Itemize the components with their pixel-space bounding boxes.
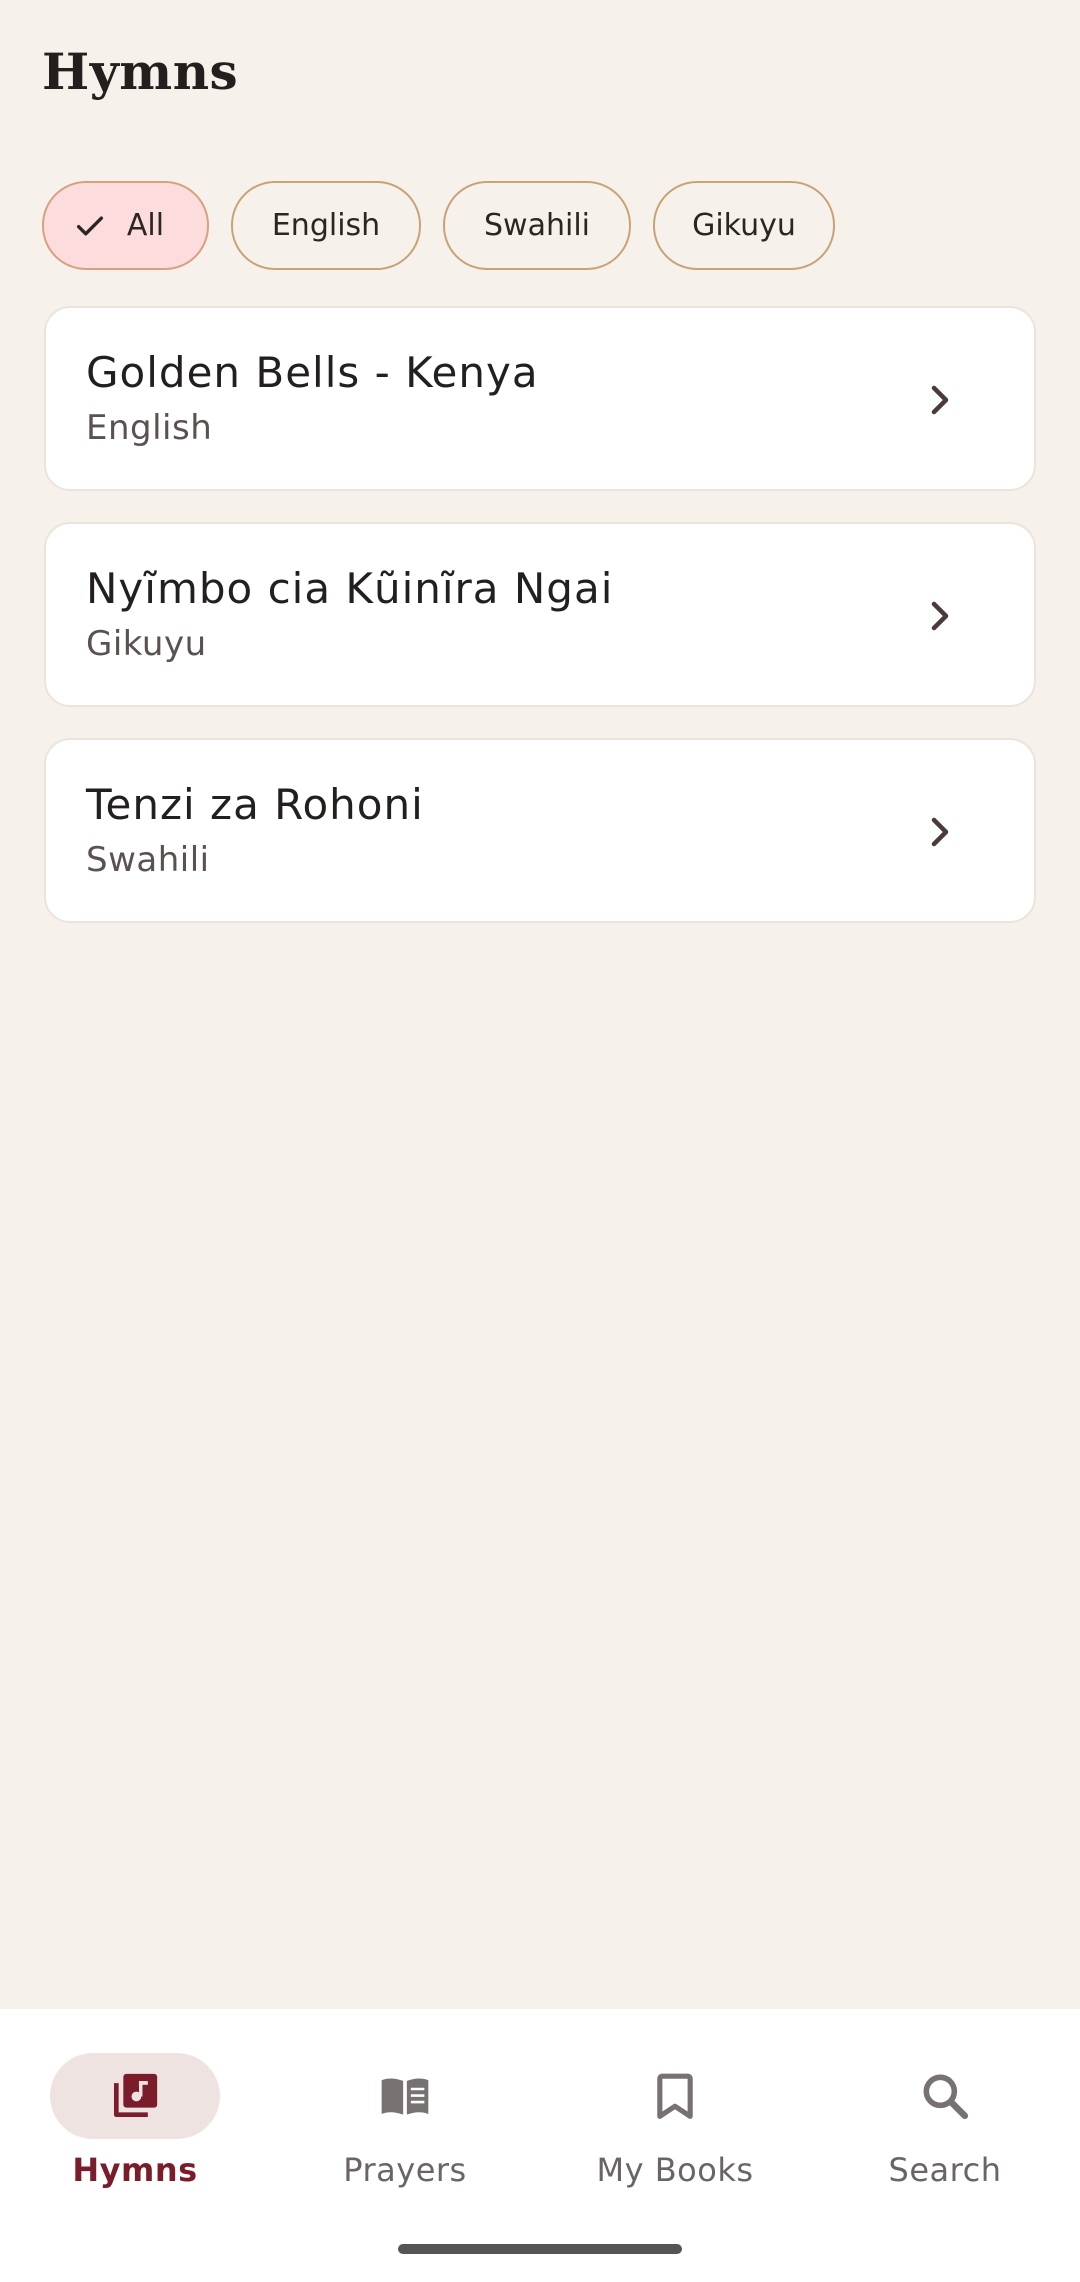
nav-item-prayers[interactable]: Prayers	[305, 2043, 505, 2203]
hymn-book-card[interactable]: Golden Bells - Kenya English	[44, 306, 1036, 491]
filter-chip-all[interactable]: All	[42, 181, 209, 270]
book-language: English	[86, 408, 213, 448]
nav-item-hymns[interactable]: Hymns	[35, 2043, 235, 2203]
nav-active-indicator	[50, 2053, 220, 2139]
filter-chip-gikuyu[interactable]: Gikuyu	[653, 181, 835, 270]
nav-label: Search	[888, 2151, 1002, 2189]
nav-icon-container	[860, 2053, 1030, 2139]
nav-label: Hymns	[72, 2151, 198, 2189]
bottom-navigation-bar: Hymns Prayers My Books Search	[0, 2009, 1080, 2282]
nav-label: Prayers	[343, 2151, 467, 2189]
filter-chip-swahili[interactable]: Swahili	[443, 181, 631, 270]
chevron-right-icon	[931, 385, 949, 415]
book-title: Tenzi za Rohoni	[86, 780, 424, 829]
music-library-icon	[114, 2073, 158, 2117]
book-title: Nyĩmbo cia Kũinĩra Ngai	[86, 564, 614, 613]
hymns-screen: Hymns All English Swahili Gikuyu Golden …	[0, 0, 1080, 2282]
chevron-right-icon	[931, 601, 949, 631]
filter-chip-label: English	[271, 208, 381, 243]
filter-chip-label: All	[126, 208, 165, 243]
hymn-book-list: Golden Bells - Kenya English Nyĩmbo cia …	[44, 306, 1036, 954]
language-filter-chips: All English Swahili Gikuyu	[42, 181, 835, 270]
check-icon	[76, 216, 103, 235]
open-book-icon	[381, 2078, 429, 2115]
search-icon	[923, 2074, 969, 2120]
system-home-indicator[interactable]	[398, 2244, 682, 2254]
filter-chip-english[interactable]: English	[231, 181, 421, 270]
nav-item-my-books[interactable]: My Books	[575, 2043, 775, 2203]
nav-item-search[interactable]: Search	[845, 2043, 1045, 2203]
filter-chip-label: Gikuyu	[692, 208, 796, 243]
hymn-book-card[interactable]: Nyĩmbo cia Kũinĩra Ngai Gikuyu	[44, 522, 1036, 707]
bookmark-icon	[657, 2073, 693, 2119]
filter-chip-label: Swahili	[484, 208, 590, 243]
book-title: Golden Bells - Kenya	[86, 348, 539, 397]
book-language: Gikuyu	[86, 624, 207, 664]
hymn-book-card[interactable]: Tenzi za Rohoni Swahili	[44, 738, 1036, 923]
book-language: Swahili	[86, 840, 210, 880]
nav-label: My Books	[596, 2151, 754, 2189]
page-title: Hymns	[42, 42, 239, 101]
nav-icon-container	[320, 2053, 490, 2139]
nav-icon-container	[590, 2053, 760, 2139]
chevron-right-icon	[931, 817, 949, 847]
